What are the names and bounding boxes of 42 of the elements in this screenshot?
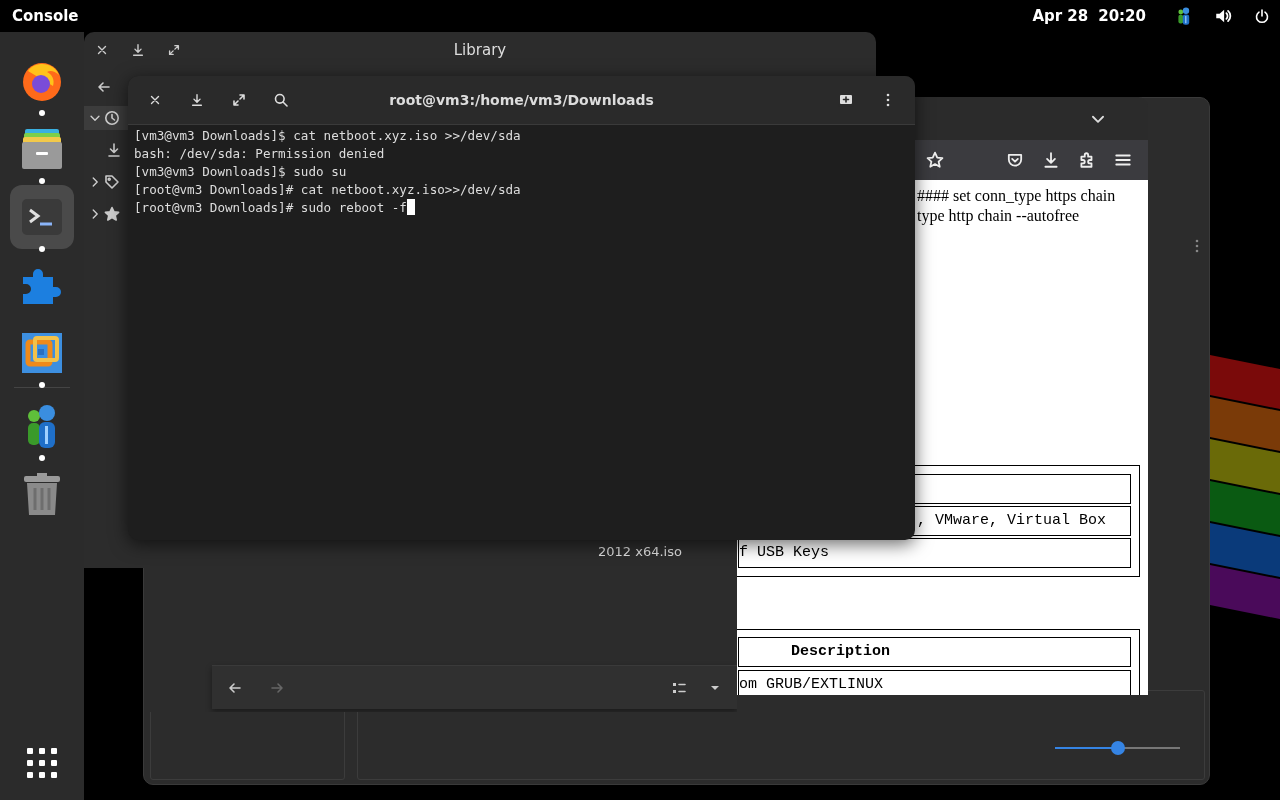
column-header: Description xyxy=(790,642,891,662)
date[interactable]: Apr 28 xyxy=(1032,7,1089,25)
terminal-line: [root@vm3 Downloads]# sudo reboot -f xyxy=(134,199,909,217)
file-cabinet-icon[interactable] xyxy=(20,127,64,171)
dock-item[interactable] xyxy=(10,185,74,249)
tag-icon xyxy=(104,174,120,190)
people-icon[interactable] xyxy=(1176,7,1192,25)
zoom-slider[interactable] xyxy=(1055,741,1180,755)
table-cell-text: om GRUB/EXTLINUX xyxy=(739,675,884,695)
clock-time[interactable]: 20:20 xyxy=(1098,7,1146,25)
back-icon[interactable] xyxy=(96,79,112,95)
star-icon xyxy=(104,206,120,222)
volume-icon[interactable] xyxy=(1214,7,1232,25)
power-icon[interactable] xyxy=(1254,8,1270,24)
close-icon[interactable] xyxy=(95,43,109,57)
terminal-line: [vm3@vm3 Downloads]$ sudo su xyxy=(134,163,348,181)
terminal-line: [vm3@vm3 Downloads]$ cat netboot.xyz.iso >>/dev/sda xyxy=(134,127,522,145)
search-icon[interactable] xyxy=(273,92,289,108)
window-title: root@vm3:/home/vm3/Downloads xyxy=(389,92,654,108)
expand-icon[interactable] xyxy=(231,92,247,108)
code-line: #### set conn_type https chain xyxy=(917,186,1117,206)
code-line: type http chain --autofree xyxy=(917,206,1081,226)
sidebar-item[interactable] xyxy=(84,106,128,130)
window-title: Library xyxy=(453,41,507,59)
pocket-icon[interactable] xyxy=(1006,151,1024,169)
star-icon[interactable] xyxy=(926,151,944,169)
file-name[interactable]: 2012 x64.iso xyxy=(598,544,682,559)
download-icon[interactable] xyxy=(190,93,204,107)
slider-thumb[interactable] xyxy=(1110,741,1125,755)
app-name[interactable]: Console xyxy=(0,7,79,25)
download-icon xyxy=(106,142,122,158)
table-cell-text: f USB Keys xyxy=(739,543,829,563)
trash-icon[interactable] xyxy=(23,473,61,515)
download-icon[interactable] xyxy=(1042,151,1060,169)
table-cell-text: , VMware, Virtual Box xyxy=(916,511,1107,531)
download-icon[interactable] xyxy=(131,43,145,57)
clock-icon xyxy=(104,110,120,126)
terminal-line: [root@vm3 Downloads]# cat netboot.xyz.iso>>/dev/sda xyxy=(134,181,522,199)
terminal-line: bash: /dev/sda: Permission denied xyxy=(134,145,386,163)
expand-icon[interactable] xyxy=(167,43,181,57)
app-grid-icon[interactable] xyxy=(27,748,57,778)
close-icon[interactable] xyxy=(148,93,162,107)
